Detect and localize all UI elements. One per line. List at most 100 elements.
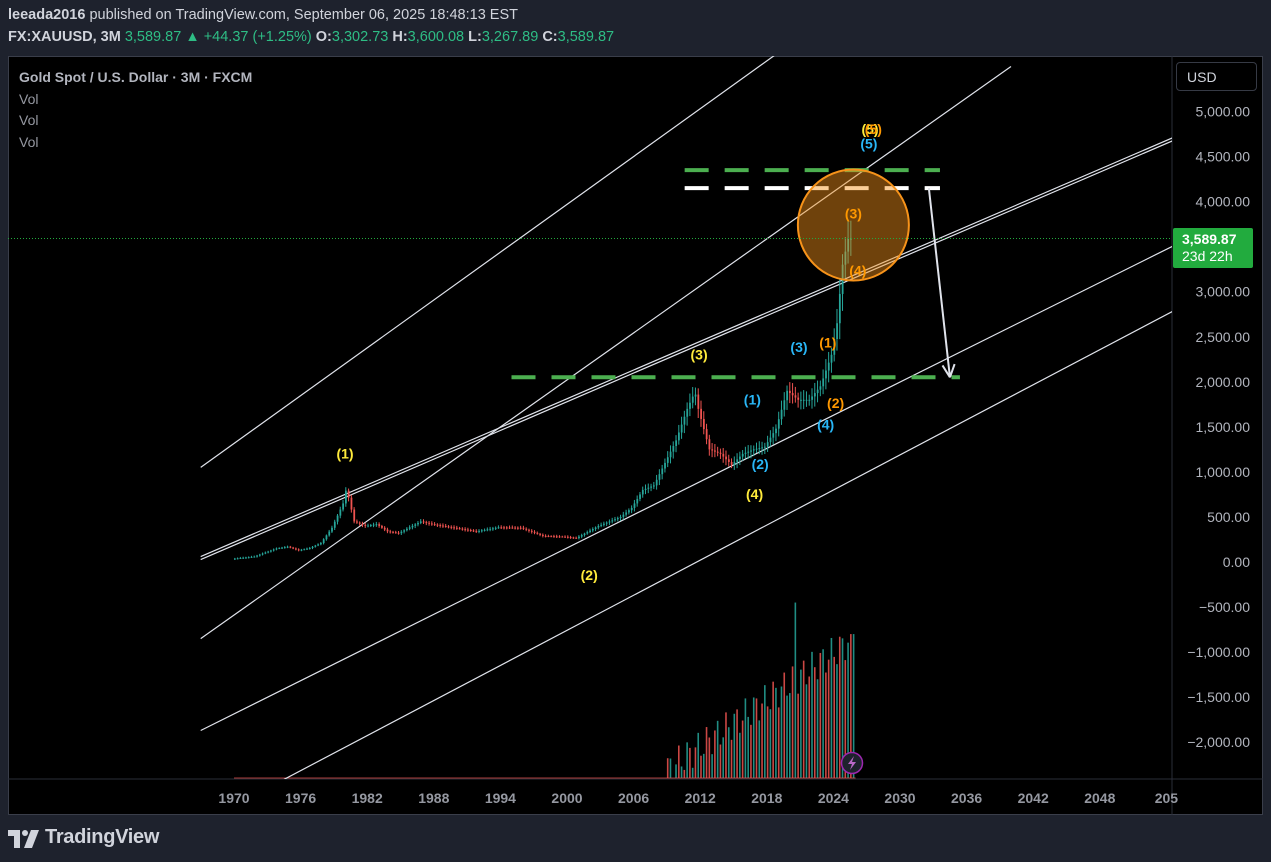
volume-bar bbox=[752, 697, 755, 778]
candle-body bbox=[406, 528, 408, 531]
channel-line bbox=[200, 245, 1172, 732]
candle-body bbox=[367, 525, 369, 527]
candle-body bbox=[325, 535, 328, 540]
volume-bar bbox=[802, 660, 805, 778]
y-tick-label: 2,000.00 bbox=[1196, 374, 1251, 390]
candle-body bbox=[705, 429, 708, 440]
candle-body bbox=[386, 529, 389, 532]
candle-body bbox=[816, 389, 819, 394]
candle-body bbox=[503, 527, 505, 529]
legend-vol-1[interactable]: Vol bbox=[19, 89, 252, 111]
candle-body bbox=[539, 533, 542, 535]
volume-bar bbox=[789, 693, 791, 778]
candle-body bbox=[639, 494, 641, 499]
volume-bar bbox=[816, 679, 819, 778]
volume-bar bbox=[689, 747, 691, 778]
volume-bar bbox=[669, 758, 672, 778]
y-tick-label: 5,000.00 bbox=[1196, 104, 1251, 120]
candle-body bbox=[733, 461, 736, 465]
volume-bar bbox=[836, 664, 838, 778]
candle-body bbox=[467, 529, 469, 531]
candle-body bbox=[486, 529, 489, 531]
candle-body bbox=[417, 522, 419, 525]
x-tick-label: 2000 bbox=[551, 790, 582, 806]
candle-body bbox=[517, 527, 519, 529]
candle-body bbox=[500, 527, 503, 529]
candle-body bbox=[492, 528, 494, 530]
volume-bar bbox=[675, 764, 677, 778]
volume-bar bbox=[666, 758, 669, 778]
candle-body bbox=[722, 453, 725, 457]
tradingview-logo[interactable]: TradingView bbox=[8, 826, 159, 849]
candle-body bbox=[383, 527, 386, 530]
candle-body bbox=[317, 544, 320, 546]
candle-body bbox=[339, 509, 342, 516]
y-tick-label: 0.00 bbox=[1223, 554, 1250, 570]
candle-body bbox=[497, 527, 500, 529]
volume-bar bbox=[769, 709, 772, 778]
candle-body bbox=[594, 527, 597, 530]
volume-bar bbox=[755, 698, 758, 778]
lightning-icon[interactable] bbox=[840, 751, 864, 775]
volume-bar bbox=[727, 727, 730, 778]
volume-bar bbox=[772, 681, 774, 778]
volume-bar bbox=[766, 706, 769, 778]
candle-body bbox=[431, 523, 433, 525]
candle-body bbox=[741, 453, 744, 457]
candle-body bbox=[422, 521, 425, 523]
x-tick-label: 2048 bbox=[1084, 790, 1115, 806]
candle-body bbox=[736, 459, 739, 462]
y-tick-label: 4,000.00 bbox=[1196, 194, 1251, 210]
time-axis[interactable]: 1970 1976 1982 1988 1994 2000 2006 2012 2018 2024… bbox=[218, 790, 1178, 806]
price-candles bbox=[234, 219, 852, 560]
candle-body bbox=[342, 503, 345, 510]
volume-bar bbox=[764, 685, 766, 778]
candle-body bbox=[458, 528, 461, 530]
candle-body bbox=[669, 451, 672, 458]
volume-bar bbox=[716, 720, 719, 778]
legend-title[interactable]: Gold Spot / U.S. Dollar · 3M · FXCM bbox=[19, 67, 252, 89]
candle-body bbox=[589, 530, 591, 533]
chart-svg[interactable]: (1) (2) (3) (4) (5) (1) (2) (3) (4) (5) (1) (2) (3) (… bbox=[8, 56, 1263, 815]
candle-body bbox=[242, 557, 245, 559]
candle-body bbox=[647, 487, 650, 489]
volume-bar bbox=[819, 652, 822, 778]
candle-body bbox=[666, 457, 669, 463]
candle-body bbox=[444, 525, 447, 527]
high-value: 3,600.08 bbox=[407, 29, 465, 45]
candle-body bbox=[769, 437, 772, 443]
currency-button[interactable]: USD bbox=[1176, 62, 1257, 91]
legend-vol-2[interactable]: Vol bbox=[19, 110, 252, 132]
candle-body bbox=[622, 514, 625, 517]
x-tick-label: 2006 bbox=[618, 790, 649, 806]
y-tick-label: 2,500.00 bbox=[1196, 329, 1251, 345]
candle-body bbox=[772, 433, 775, 438]
volume-bar bbox=[741, 720, 744, 778]
author-name[interactable]: leeada2016 bbox=[8, 7, 85, 23]
candle-body bbox=[358, 522, 361, 524]
legend-vol-3[interactable]: Vol bbox=[19, 132, 252, 154]
price-axis[interactable]: 5,000.00 4,500.00 4,000.00 3,000.00 2,500.00… bbox=[1187, 104, 1250, 751]
candle-body bbox=[661, 468, 664, 475]
candle-body bbox=[308, 548, 311, 550]
candle-body bbox=[544, 535, 547, 537]
volume-bar bbox=[775, 687, 777, 778]
candle-body bbox=[766, 442, 769, 447]
candle-body bbox=[320, 543, 322, 545]
volume-bar bbox=[730, 739, 733, 778]
candle-body bbox=[453, 527, 456, 529]
volume-bar bbox=[744, 698, 747, 778]
candle-body bbox=[697, 394, 700, 409]
open-label: O: bbox=[315, 29, 332, 45]
bar-countdown: 23d 22h bbox=[1182, 248, 1233, 264]
candle-body bbox=[472, 530, 475, 532]
candle-body bbox=[283, 547, 286, 549]
volume-bar bbox=[705, 727, 708, 778]
candle-body bbox=[680, 424, 683, 433]
wave-label: (4) bbox=[817, 417, 834, 433]
candle-body bbox=[353, 509, 356, 522]
tradingview-logo-icon bbox=[8, 828, 40, 848]
candle-body bbox=[361, 523, 364, 525]
candle-body bbox=[447, 526, 450, 528]
candle-body bbox=[686, 408, 689, 417]
